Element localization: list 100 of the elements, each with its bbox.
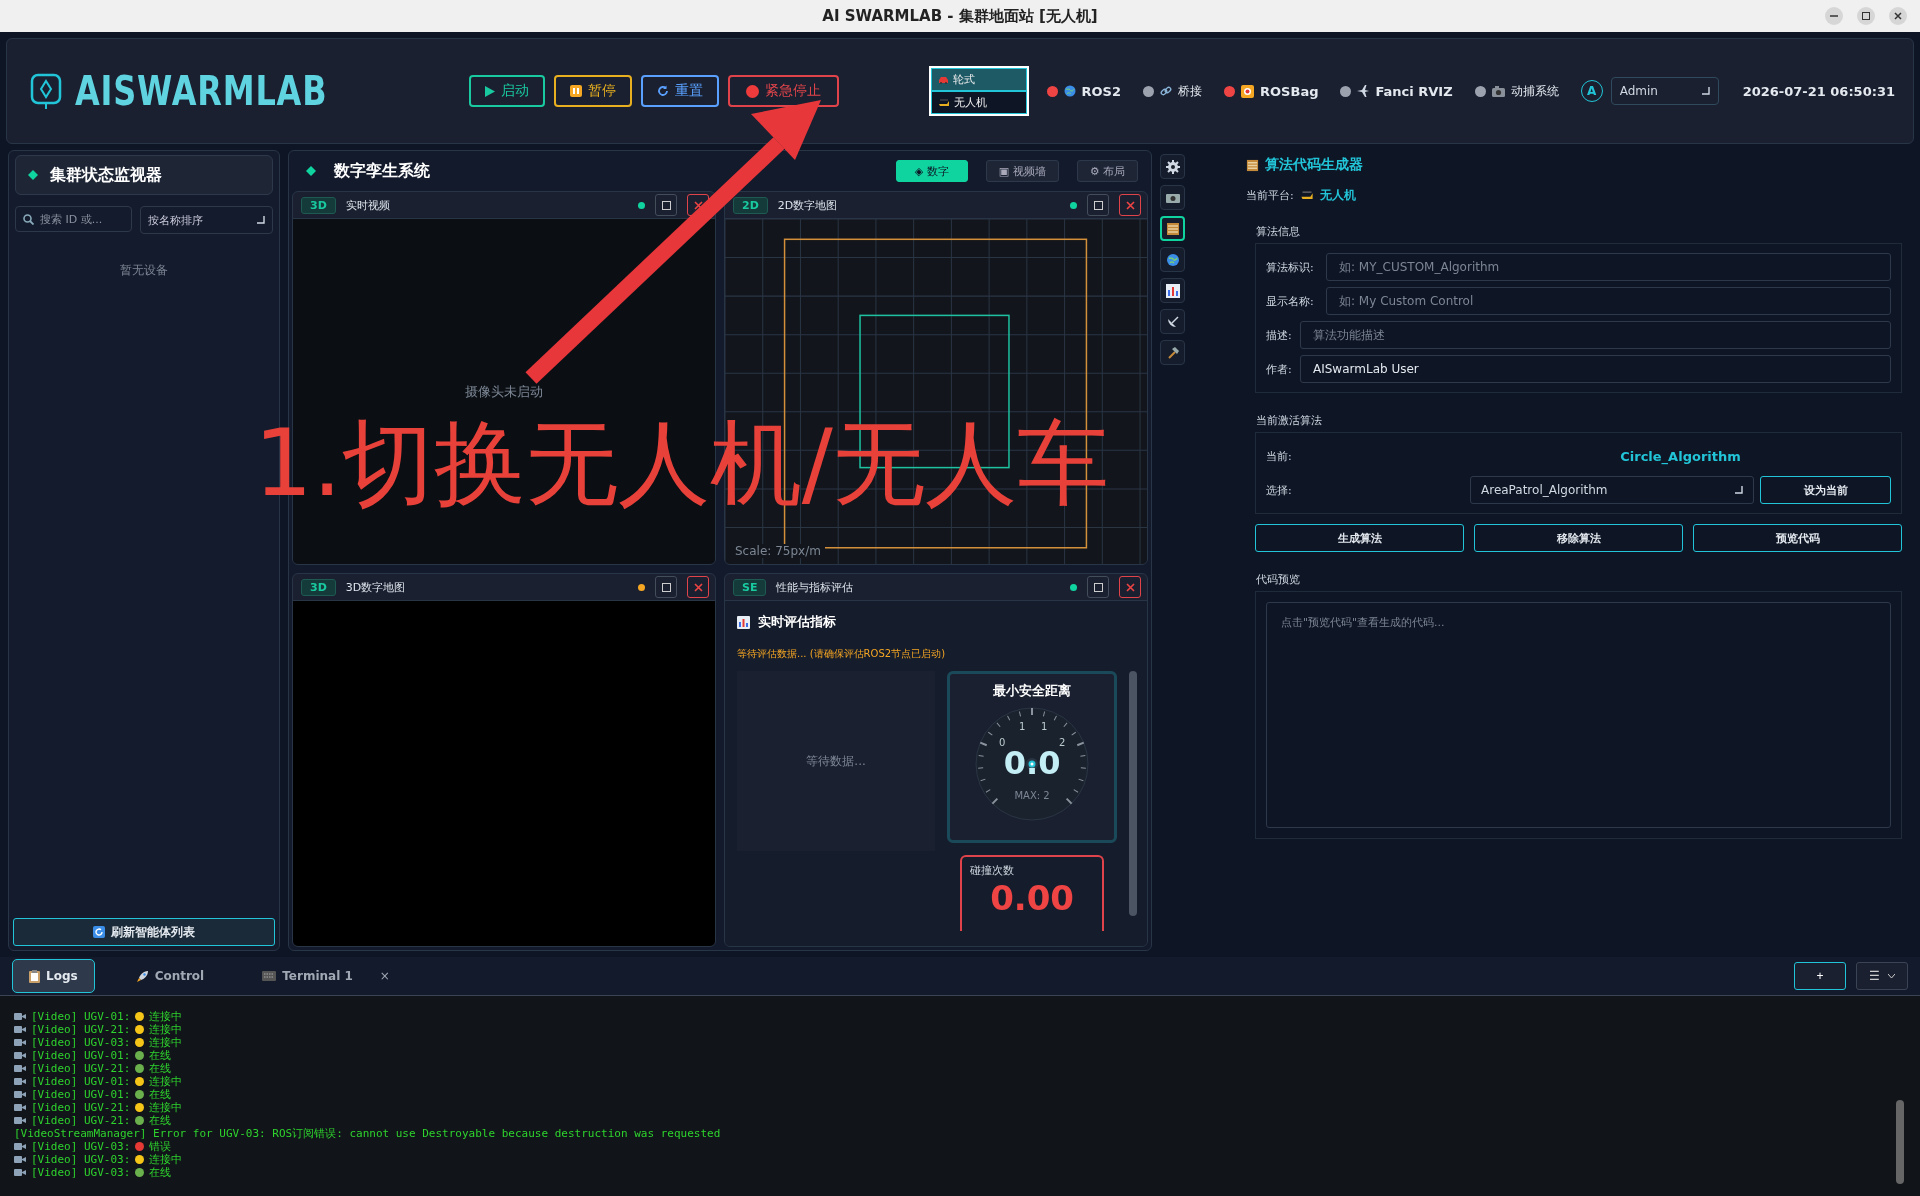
status-label: ROSBag bbox=[1260, 83, 1319, 99]
code-preview-field[interactable]: 点击"预览代码"查看生成的代码... bbox=[1266, 602, 1891, 828]
gear-tool-button[interactable] bbox=[1160, 154, 1185, 179]
status-label: 动捕系统 bbox=[1510, 82, 1559, 100]
section-title: 代码预览 bbox=[1256, 572, 1301, 587]
maximize-button[interactable] bbox=[1087, 576, 1109, 598]
close-icon bbox=[693, 582, 703, 592]
globe-tool-button[interactable] bbox=[1160, 247, 1185, 272]
eval-title: 实时评估指标 bbox=[758, 613, 836, 631]
log-source: [Video] UGV-03: bbox=[31, 1036, 131, 1049]
start-button[interactable]: 启动 bbox=[469, 75, 545, 107]
maximize-button[interactable] bbox=[655, 576, 677, 598]
text-field[interactable]: AISwarmLab User bbox=[1300, 355, 1891, 383]
close-button[interactable] bbox=[1119, 194, 1141, 216]
field-label: 选择: bbox=[1266, 482, 1293, 498]
log-source: [Video] UGV-03: bbox=[31, 1166, 131, 1179]
gauge-tick-label: 1 bbox=[1018, 720, 1026, 732]
close-icon bbox=[693, 200, 703, 210]
user-select[interactable]: Admin bbox=[1610, 77, 1719, 105]
minimize-icon[interactable] bbox=[1824, 6, 1844, 26]
caret-icon bbox=[1888, 973, 1895, 979]
platform-option[interactable]: 轮式 bbox=[930, 68, 1027, 91]
log-source: [Video] UGV-21: bbox=[31, 1101, 131, 1114]
algorithm-select[interactable]: AreaPatrol_Algorithm bbox=[1470, 476, 1754, 504]
panel-tab[interactable]: Terminal 1 bbox=[245, 959, 370, 993]
view-tab[interactable]: ▣ 视频墙 bbox=[985, 160, 1059, 182]
close-icon[interactable] bbox=[1888, 6, 1908, 26]
view-tab[interactable]: ⚙ 布局 bbox=[1076, 160, 1138, 182]
scrollbar-thumb[interactable] bbox=[1896, 1100, 1904, 1184]
close-button[interactable] bbox=[1119, 576, 1141, 598]
log-source: [Video] UGV-21: bbox=[31, 1023, 131, 1036]
close-tab-button[interactable]: × bbox=[379, 969, 390, 983]
close-icon bbox=[1125, 200, 1135, 210]
abacus-icon bbox=[1246, 158, 1259, 172]
search-field[interactable]: 搜索 ID 或... bbox=[15, 206, 132, 232]
log-status: 在线 bbox=[149, 1087, 172, 1102]
rocket-icon bbox=[135, 969, 149, 983]
square-icon bbox=[661, 200, 671, 210]
pause-button[interactable]: 暂停 bbox=[554, 75, 632, 107]
reset-icon bbox=[657, 85, 669, 97]
action-button[interactable]: 生成算法 bbox=[1255, 524, 1464, 552]
panel-tab[interactable]: Control bbox=[118, 959, 222, 993]
log-source: [Video] UGV-01: bbox=[31, 1088, 131, 1101]
status-label: 桥接 bbox=[1178, 82, 1203, 100]
video-camera-icon bbox=[14, 1142, 26, 1151]
reset-button[interactable]: 重置 bbox=[641, 75, 719, 107]
chart-tool-button[interactable] bbox=[1160, 278, 1185, 303]
menu-button[interactable]: ☰ bbox=[1856, 962, 1908, 990]
maximize-button[interactable] bbox=[655, 194, 677, 216]
car-icon bbox=[937, 75, 949, 84]
video-camera-icon bbox=[14, 1103, 26, 1112]
view-tab[interactable]: ◈ 数字 bbox=[895, 160, 968, 182]
twin-title: 数字孪生系统 bbox=[334, 160, 430, 182]
keyboard-icon bbox=[262, 971, 277, 981]
square-icon bbox=[661, 582, 671, 592]
collision-value: 0.00 bbox=[990, 878, 1074, 918]
hammer-tool-button[interactable] bbox=[1160, 340, 1185, 365]
log-source: [Video] UGV-03: bbox=[31, 1153, 131, 1166]
action-button[interactable]: 预览代码 bbox=[1693, 524, 1902, 552]
log-source: [Video] UGV-01: bbox=[31, 1049, 131, 1062]
refresh-button[interactable]: 刷新智能体列表 bbox=[13, 918, 275, 946]
generator-title: 算法代码生成器 bbox=[1265, 156, 1363, 174]
close-button[interactable] bbox=[687, 576, 709, 598]
chart-icon bbox=[1165, 283, 1180, 298]
record-icon bbox=[1241, 84, 1255, 98]
camera-tool-button[interactable] bbox=[1160, 185, 1185, 210]
panel-badge: 2D bbox=[733, 196, 768, 214]
set-current-button[interactable]: 设为当前 bbox=[1760, 476, 1891, 504]
maximize-button[interactable] bbox=[1087, 194, 1109, 216]
gear-icon bbox=[1165, 159, 1180, 174]
caret-icon bbox=[257, 216, 265, 224]
caret-icon bbox=[1735, 486, 1743, 494]
sidebar-title: 集群状态监视器 bbox=[50, 164, 162, 186]
video-camera-icon bbox=[14, 1051, 26, 1060]
log-source: [Video] UGV-21: bbox=[31, 1114, 131, 1127]
platform-option[interactable]: 无人机 bbox=[930, 91, 1027, 114]
close-button[interactable] bbox=[687, 194, 709, 216]
status-label: ROS2 bbox=[1081, 83, 1122, 99]
panel-tab[interactable]: Logs bbox=[12, 959, 95, 993]
add-tab-button[interactable]: + bbox=[1794, 962, 1846, 990]
logo-text: AISWARMLAB bbox=[75, 68, 328, 114]
panel-badge: 3D bbox=[301, 578, 336, 596]
text-field[interactable]: 如: My Custom Control bbox=[1326, 287, 1891, 315]
video-camera-icon bbox=[14, 1038, 26, 1047]
video-camera-icon bbox=[14, 1025, 26, 1034]
scrollbar[interactable] bbox=[1129, 671, 1137, 916]
video-camera-icon bbox=[14, 1077, 26, 1086]
satellite-tool-button[interactable] bbox=[1160, 309, 1185, 334]
text-field[interactable]: 算法功能描述 bbox=[1300, 321, 1891, 349]
action-button[interactable]: 移除算法 bbox=[1474, 524, 1683, 552]
video-camera-icon bbox=[14, 1155, 26, 1164]
video-camera-icon bbox=[14, 1090, 26, 1099]
empty-message: 暂无设备 bbox=[120, 262, 168, 279]
video-camera-icon bbox=[14, 1168, 26, 1177]
restore-icon[interactable] bbox=[1856, 6, 1876, 26]
abacus-tool-button[interactable] bbox=[1160, 216, 1185, 241]
text-field[interactable]: 如: MY_CUSTOM_Algorithm bbox=[1326, 253, 1891, 281]
diamond-icon bbox=[28, 170, 38, 180]
sort-select[interactable]: 按名称排序 bbox=[140, 206, 273, 234]
log-source: [Video] UGV-01: bbox=[31, 1075, 131, 1088]
